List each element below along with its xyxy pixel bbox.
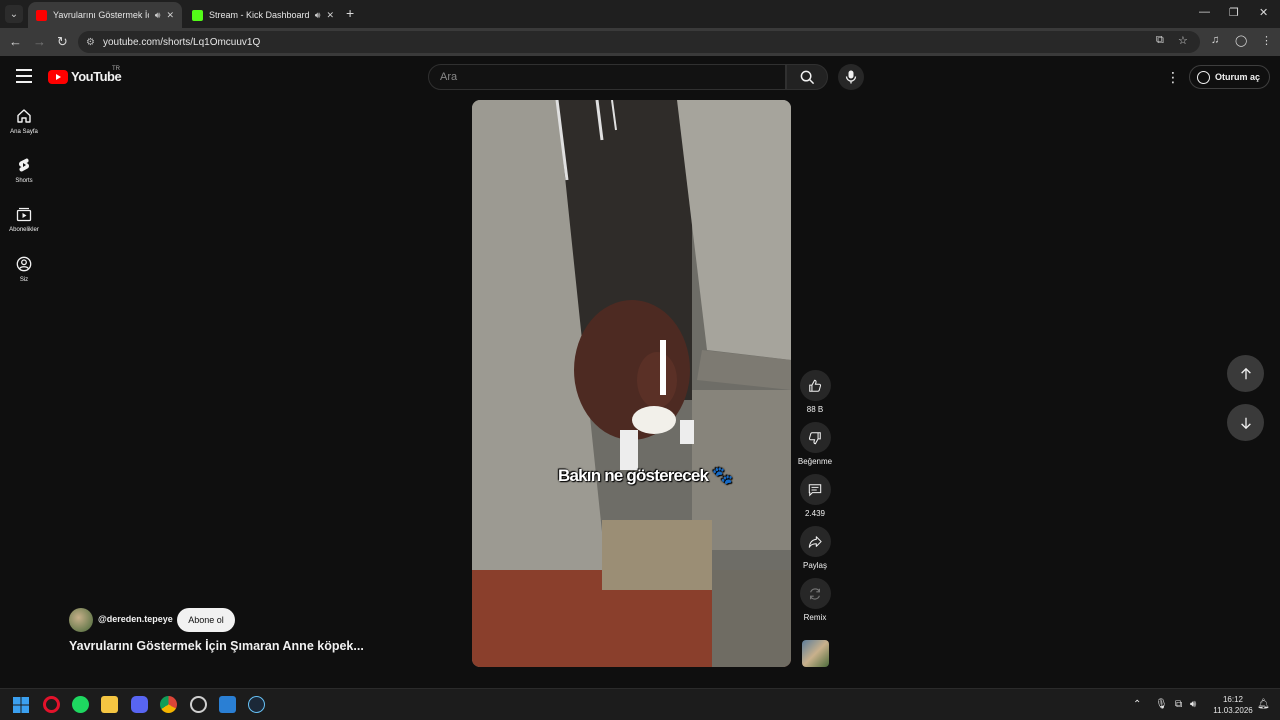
guide-item-you[interactable]: Siz [0,256,48,283]
site-info-icon[interactable]: ⚙ [86,37,95,48]
guide-label: Siz [19,277,29,283]
next-video-button[interactable] [1227,404,1264,441]
guide-label: Ana Sayfa [10,129,38,135]
subscribe-button[interactable]: Abone ol [177,608,235,632]
dislike-button[interactable]: Beğenme [795,422,835,466]
search-placeholder: Ara [440,71,458,83]
account-icon [1197,70,1210,84]
tab-title: Yavrularını Göstermek İçin Şımar... [53,10,149,20]
install-app-icon[interactable]: ⧉ [1156,34,1164,47]
arrow-down-icon [1240,417,1251,429]
spotify-icon[interactable] [72,696,89,713]
arrow-up-icon [1240,367,1251,379]
shorts-video-player[interactable] [472,100,791,667]
microphone-icon [845,70,857,84]
comment-icon [808,483,822,497]
like-count: 88 B [806,405,824,414]
settings-kebab-icon[interactable]: ⋮ [1166,69,1180,86]
guide-label: Abonelikler [9,227,39,233]
tray-mic-icon[interactable]: 🎙︎ [1155,699,1168,710]
minimize-icon[interactable]: — [1199,6,1210,18]
photos-icon[interactable] [219,696,236,713]
guide-item-subscriptions[interactable]: Abonelikler [0,206,48,233]
address-bar[interactable]: ⚙ youtube.com/shorts/Lq1Omcuuv1Q [78,31,1200,53]
discord-icon[interactable] [131,696,148,713]
youtube-logo[interactable]: YouTube TR [48,66,122,84]
signin-button[interactable]: Oturum aç [1189,65,1270,89]
kick-favicon-icon [192,9,203,21]
guide-label: Shorts [15,178,33,184]
dislike-label: Beğenme [797,457,833,466]
hamburger-menu-icon[interactable] [16,69,32,83]
clock-date: 11.03.2026 [1213,706,1253,715]
volume-icon[interactable]: 🔊︎ [1190,699,1196,710]
remix-label: Remix [803,613,827,622]
search-icon [800,70,814,84]
speaker-icon[interactable]: 🔊︎ [315,10,321,21]
channel-thumbnail[interactable] [802,640,829,667]
guide-item-home[interactable]: Ana Sayfa [0,108,48,135]
close-tab-icon[interactable]: ✕ [326,10,334,21]
youtube-play-icon [48,69,68,84]
share-icon [808,535,822,548]
subscriptions-icon [16,207,32,222]
like-button[interactable]: 88 B [795,370,835,414]
guide-item-shorts[interactable]: Shorts [0,157,48,184]
video-title[interactable]: Yavrularını Göstermek İçin Şımaran Anne … [69,639,364,653]
browser-menu-icon[interactable]: ⋮ [1261,34,1272,47]
close-tab-icon[interactable]: ✕ [166,10,174,21]
tab-title: Stream - Kick Dashboard [209,10,309,20]
comment-count: 2.439 [804,509,826,518]
restore-icon[interactable]: ❐ [1229,6,1239,19]
close-window-icon[interactable]: ✕ [1259,6,1268,19]
voice-search-button[interactable] [838,64,864,90]
home-icon [17,109,31,123]
chrome-icon[interactable] [160,696,177,713]
share-button[interactable]: Paylaş [795,526,835,570]
search-input[interactable]: Ara [428,64,786,90]
channel-name[interactable]: @dereden.tepeye [98,614,173,624]
remix-icon [810,587,820,600]
browser-tab-strip: ⌄ Yavrularını Göstermek İçin Şımar... 🔊︎… [0,0,1280,28]
tab-kick[interactable]: Stream - Kick Dashboard 🔊︎ ✕ [184,2,342,28]
thumbs-up-icon [809,379,822,392]
url-text[interactable]: youtube.com/shorts/Lq1Omcuuv1Q [103,37,260,48]
comments-button[interactable]: 2.439 [795,474,835,518]
back-arrow-icon[interactable]: ← [9,34,22,49]
browser-toolbar: ← → ↻ ⚙ youtube.com/shorts/Lq1Omcuuv1Q ⧉… [0,28,1280,56]
windows-start-icon[interactable] [13,697,29,713]
country-code: TR [112,66,120,72]
windows-taskbar: ⌃ 🎙︎ ⧉ 🔊︎ 16:12 11.03.2026 🔔︎ [0,688,1280,720]
signin-label: Oturum aç [1215,72,1261,82]
shorts-icon [19,158,29,172]
bookmark-star-icon[interactable]: ☆ [1178,34,1188,47]
video-frame [472,100,791,667]
app-icon[interactable] [190,696,207,713]
reload-icon[interactable]: ↻ [57,34,68,50]
channel-avatar[interactable] [69,608,93,632]
steam-icon[interactable] [248,696,265,713]
network-icon[interactable]: ⧉ [1175,699,1182,710]
previous-video-button[interactable] [1227,355,1264,392]
you-icon [16,256,32,272]
notification-icon[interactable]: 🔔︎ [1257,699,1270,710]
video-caption: Bakın ne gösterecek 🐾 [558,466,733,485]
media-control-icon[interactable]: ♫ [1211,34,1219,46]
opera-icon[interactable] [43,696,60,713]
thumbs-down-icon [808,431,821,444]
new-tab-button[interactable]: + [346,5,354,21]
speaker-icon[interactable]: 🔊︎ [155,10,161,21]
system-clock[interactable]: 16:12 11.03.2026 [1212,694,1254,716]
tab-youtube[interactable]: Yavrularını Göstermek İçin Şımar... 🔊︎ ✕ [28,2,182,28]
forward-arrow-icon[interactable]: → [33,34,46,49]
search-button[interactable] [786,64,828,90]
youtube-favicon-icon [36,9,47,21]
file-explorer-icon[interactable] [101,696,118,713]
tab-search-button[interactable]: ⌄ [5,5,23,23]
remix-button[interactable]: Remix [795,578,835,622]
clock-time: 16:12 [1222,695,1244,704]
profile-icon[interactable]: ◯ [1235,34,1247,47]
tray-overflow-icon[interactable]: ⌃ [1133,699,1141,710]
share-label: Paylaş [802,561,827,570]
